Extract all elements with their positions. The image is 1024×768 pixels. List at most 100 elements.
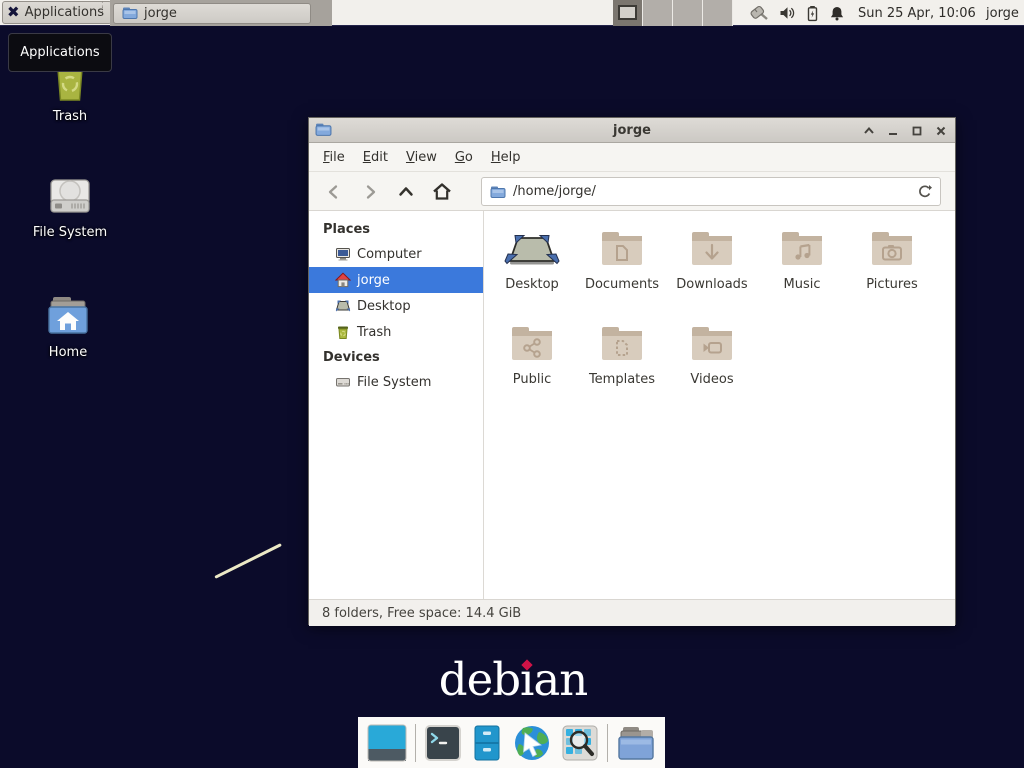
panel-handle[interactable]: ⁚⁚ bbox=[101, 4, 109, 22]
folder-icon bbox=[615, 723, 657, 763]
terminal-icon bbox=[423, 723, 463, 763]
forward-button[interactable] bbox=[355, 178, 385, 206]
file-item-templates[interactable]: Templates bbox=[577, 318, 667, 413]
show-desktop-button[interactable] bbox=[366, 723, 408, 763]
maximize-button[interactable] bbox=[910, 124, 923, 137]
notification-bell-icon[interactable] bbox=[829, 5, 845, 22]
file-item-documents[interactable]: Documents bbox=[577, 223, 667, 318]
desktop-icon-home[interactable]: Home bbox=[20, 292, 116, 360]
location-folder-icon bbox=[490, 185, 506, 199]
sidebar-item-label: Trash bbox=[357, 325, 391, 340]
sidebar-item-label: Computer bbox=[357, 247, 422, 262]
public-folder-icon bbox=[508, 320, 556, 368]
workspace-1[interactable] bbox=[613, 0, 643, 26]
window-controls bbox=[862, 118, 947, 143]
up-button[interactable] bbox=[391, 178, 421, 206]
status-bar: 8 folders, Free space: 14.4 GiB bbox=[309, 599, 955, 626]
close-button[interactable] bbox=[934, 124, 947, 137]
menu-file[interactable]: File bbox=[315, 146, 353, 169]
minimize-button[interactable] bbox=[886, 124, 899, 137]
status-text: 8 folders, Free space: 14.4 GiB bbox=[322, 606, 521, 621]
sidebar-item-computer[interactable]: Computer bbox=[309, 241, 483, 267]
applications-menu-button[interactable]: ✖ Applications bbox=[2, 1, 112, 24]
web-browser-globe-icon bbox=[511, 723, 553, 763]
sidebar-devices-header: Devices bbox=[309, 345, 483, 369]
sidebar-item-label: File System bbox=[357, 375, 431, 390]
menu-go[interactable]: Go bbox=[447, 146, 481, 169]
desktop-icon-label: File System bbox=[33, 225, 107, 240]
file-item-label: Music bbox=[784, 277, 821, 292]
sidebar-item-jorge[interactable]: jorge bbox=[309, 267, 483, 293]
sidebar-places-header: Places bbox=[309, 217, 483, 241]
location-bar[interactable]: /home/jorge/ bbox=[481, 177, 941, 206]
trash-icon bbox=[335, 324, 351, 340]
music-folder-icon bbox=[778, 225, 826, 273]
panel-clock[interactable]: Sun 25 Apr, 10:06 bbox=[858, 0, 976, 26]
file-item-desktop[interactable]: Desktop bbox=[487, 223, 577, 318]
xfce-menu-icon: ✖ bbox=[7, 5, 20, 20]
folder-icon bbox=[122, 6, 138, 20]
file-item-downloads[interactable]: Downloads bbox=[667, 223, 757, 318]
sidebar-item-trash[interactable]: Trash bbox=[309, 319, 483, 345]
file-item-music[interactable]: Music bbox=[757, 223, 847, 318]
web-browser-launcher[interactable] bbox=[511, 723, 553, 763]
taskbar-window-button[interactable]: jorge bbox=[113, 3, 311, 24]
app-finder-icon bbox=[560, 723, 600, 763]
terminal-launcher[interactable] bbox=[423, 723, 463, 763]
taskbar: jorge bbox=[110, 0, 332, 26]
peripheral-icon[interactable] bbox=[748, 4, 770, 22]
window-folder-icon bbox=[315, 122, 332, 137]
window-titlebar[interactable]: jorge bbox=[309, 118, 955, 143]
file-cabinet-icon bbox=[470, 723, 504, 763]
dock-separator bbox=[607, 724, 608, 762]
menu-edit[interactable]: Edit bbox=[355, 146, 396, 169]
templates-folder-icon bbox=[598, 320, 646, 368]
workspace-4[interactable] bbox=[703, 0, 733, 26]
desktop-icon-file-system[interactable]: File System bbox=[22, 172, 118, 240]
computer-icon bbox=[335, 246, 351, 262]
panel-username[interactable]: jorge bbox=[986, 0, 1019, 26]
folder-launcher[interactable] bbox=[615, 723, 657, 763]
file-manager-window: jorge File Edit View Go Help bbox=[308, 117, 956, 625]
sidebar-item-desktop[interactable]: Desktop bbox=[309, 293, 483, 319]
toolbar: /home/jorge/ bbox=[309, 172, 955, 211]
file-item-public[interactable]: Public bbox=[487, 318, 577, 413]
workspace-switcher[interactable] bbox=[613, 0, 733, 26]
file-item-label: Downloads bbox=[676, 277, 747, 292]
hard-drive-icon bbox=[44, 172, 96, 220]
folder-view[interactable]: Desktop Documents bbox=[484, 211, 955, 599]
file-item-pictures[interactable]: Pictures bbox=[847, 223, 937, 318]
debian-logo-text-2: an bbox=[533, 653, 587, 706]
desktop-background[interactable]: ✖ Applications ⁚⁚ jorge bbox=[0, 0, 1024, 768]
home-folder-icon bbox=[43, 292, 93, 340]
menu-view[interactable]: View bbox=[398, 146, 445, 169]
sidebar: Places Computer bbox=[309, 211, 484, 599]
file-manager-launcher[interactable] bbox=[470, 723, 504, 763]
menu-help[interactable]: Help bbox=[483, 146, 529, 169]
window-title: jorge bbox=[309, 123, 955, 138]
location-path[interactable]: /home/jorge/ bbox=[513, 184, 910, 199]
back-button[interactable] bbox=[319, 178, 349, 206]
workspace-3[interactable] bbox=[673, 0, 703, 26]
file-item-label: Public bbox=[513, 372, 551, 387]
battery-charging-icon[interactable] bbox=[805, 5, 820, 22]
applications-menu-label: Applications bbox=[25, 5, 104, 20]
menu-bar: File Edit View Go Help bbox=[309, 143, 955, 172]
taskbar-window-label: jorge bbox=[144, 6, 177, 21]
file-item-label: Pictures bbox=[866, 277, 917, 292]
sidebar-item-label: jorge bbox=[357, 273, 390, 288]
reload-icon[interactable] bbox=[917, 184, 932, 199]
shade-button[interactable] bbox=[862, 124, 875, 137]
dock-panel bbox=[358, 717, 665, 768]
downloads-folder-icon bbox=[688, 225, 736, 273]
top-panel: ✖ Applications ⁚⁚ jorge bbox=[0, 0, 1024, 26]
workspace-2[interactable] bbox=[643, 0, 673, 26]
volume-icon[interactable] bbox=[779, 5, 796, 21]
file-item-videos[interactable]: Videos bbox=[667, 318, 757, 413]
sidebar-item-file-system[interactable]: File System bbox=[309, 369, 483, 395]
workspace-window-preview bbox=[618, 5, 637, 20]
desktop-scratch-line bbox=[214, 543, 282, 579]
show-desktop-icon bbox=[366, 723, 408, 763]
app-finder-launcher[interactable] bbox=[560, 723, 600, 763]
home-button[interactable] bbox=[427, 178, 457, 206]
